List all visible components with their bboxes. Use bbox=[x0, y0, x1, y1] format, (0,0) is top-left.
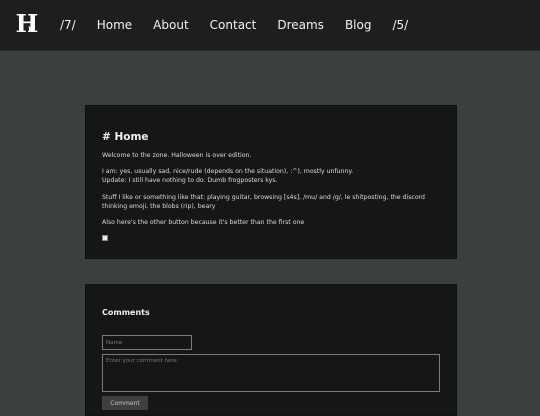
top-navigation-bar: H E /7/ Home About Contact Dreams Blog /… bbox=[0, 0, 540, 50]
nav-link-dreams[interactable]: Dreams bbox=[277, 16, 324, 34]
about-me-line: I am: yes, usually sad, nice/rude (depen… bbox=[102, 168, 354, 175]
comment-textarea[interactable] bbox=[102, 354, 440, 392]
nav-link-about[interactable]: About bbox=[153, 16, 188, 34]
comments-card: Comments Comment bbox=[85, 284, 457, 416]
update-line: Update: I still have nothing to do. Dumb… bbox=[102, 176, 278, 184]
nav-link-5[interactable]: /5/ bbox=[392, 16, 408, 34]
main-nav: /7/ Home About Contact Dreams Blog /5/ bbox=[60, 16, 429, 34]
name-input[interactable] bbox=[102, 335, 192, 350]
broken-image-icon[interactable] bbox=[102, 235, 108, 241]
logo-letter: H bbox=[15, 9, 39, 38]
about-me-text: I am: yes, usually sad, nice/rude (depen… bbox=[102, 168, 447, 185]
nav-link-contact[interactable]: Contact bbox=[210, 16, 257, 34]
welcome-text: Welcome to the zone. Halloween is over e… bbox=[102, 152, 252, 159]
home-title: # Home bbox=[102, 131, 149, 143]
nav-link-7[interactable]: /7/ bbox=[60, 16, 76, 34]
comment-submit-button[interactable]: Comment bbox=[102, 396, 148, 410]
nav-link-home[interactable]: Home bbox=[97, 16, 132, 34]
interests-text: Stuff I like or something like that: pla… bbox=[102, 194, 425, 210]
logo-sub-letter: E bbox=[28, 25, 34, 34]
comments-title: Comments bbox=[102, 308, 150, 317]
button-note-text: Also here's the other button because it'… bbox=[102, 219, 305, 226]
site-logo[interactable]: H E bbox=[14, 10, 40, 38]
home-card: # Home Welcome to the zone. Halloween is… bbox=[85, 105, 457, 259]
nav-link-blog[interactable]: Blog bbox=[345, 16, 372, 34]
